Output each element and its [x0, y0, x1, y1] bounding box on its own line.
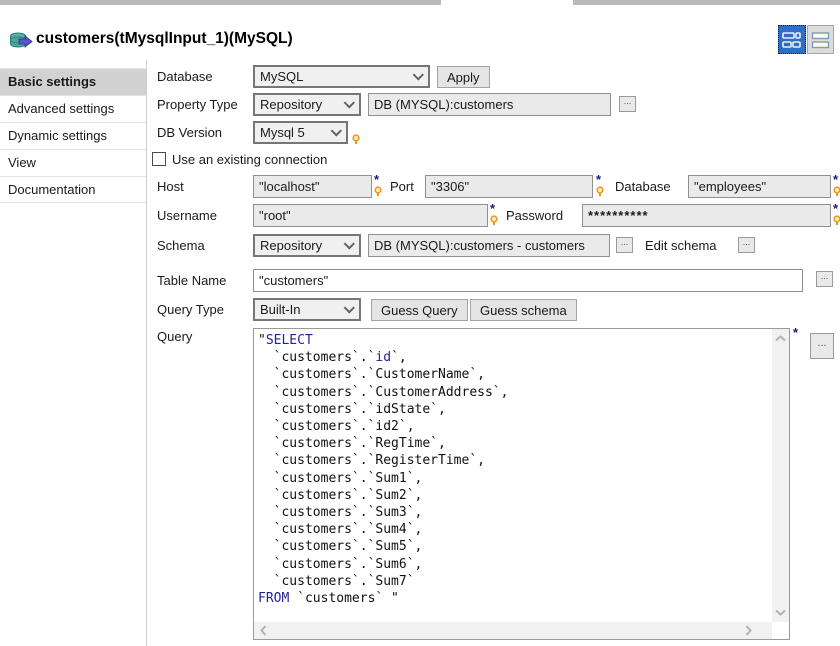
required-marker: *: [374, 174, 384, 200]
mysql-input-component-icon: [10, 32, 33, 53]
table-name-label: Table Name: [157, 269, 226, 292]
query-type-label: Query Type: [157, 298, 224, 321]
property-browse-button[interactable]: ...: [619, 96, 636, 112]
database-select[interactable]: MySQL: [253, 65, 430, 88]
username-label: Username: [157, 204, 217, 227]
hint-bulb-icon: [490, 215, 498, 226]
chevron-down-icon: [344, 302, 355, 313]
password-label: Password: [506, 204, 563, 227]
query-type-select[interactable]: Built-In: [253, 298, 361, 321]
query-vertical-scrollbar[interactable]: [772, 329, 789, 622]
scroll-right-icon[interactable]: [745, 625, 752, 636]
guess-schema-button[interactable]: Guess schema: [470, 299, 577, 321]
chevron-down-icon: [344, 97, 355, 108]
top-tab-strip-left: [0, 0, 441, 5]
sidebar-item-dynamic-settings[interactable]: Dynamic settings: [0, 122, 146, 149]
page-title: customers(tMysqlInput_1)(MySQL): [36, 30, 293, 48]
username-field[interactable]: "root": [253, 204, 488, 227]
db-version-select[interactable]: Mysql 5: [253, 121, 348, 144]
required-marker: *: [596, 174, 606, 200]
guess-query-button[interactable]: Guess Query: [371, 299, 468, 321]
database-label: Database: [157, 65, 213, 88]
sidebar-item-basic-settings[interactable]: Basic settings: [0, 68, 146, 95]
host-field[interactable]: "localhost": [253, 175, 372, 198]
db-version-label: DB Version: [157, 121, 222, 144]
required-asterisk: *: [833, 174, 840, 185]
port-field[interactable]: "3306": [425, 175, 593, 198]
required-marker: *: [833, 203, 840, 229]
schema-label: Schema: [157, 234, 205, 257]
schema-repository-field[interactable]: DB (MYSQL):customers - customers: [368, 234, 610, 257]
sidebar-item-documentation[interactable]: Documentation: [0, 176, 146, 203]
existing-connection-checkbox[interactable]: [152, 152, 166, 166]
scroll-down-icon[interactable]: [775, 609, 786, 616]
schema-browse-button[interactable]: ...: [616, 237, 633, 253]
sidebar-divider: [146, 60, 147, 646]
database-name-label: Database: [615, 175, 671, 198]
scroll-left-icon[interactable]: [260, 625, 267, 636]
database-name-field[interactable]: "employees": [688, 175, 831, 198]
property-type-select[interactable]: Repository: [253, 93, 361, 116]
top-tab-strip-right: [573, 0, 840, 5]
hint-bulb-icon: [596, 186, 604, 197]
rows-view-icon: [810, 29, 831, 51]
table-name-field[interactable]: "customers": [253, 269, 803, 292]
hint-bulb-icon: [833, 186, 840, 197]
layout-rows-view-button[interactable]: [807, 25, 834, 54]
required-marker: *: [833, 174, 840, 200]
existing-connection-label: Use an existing connection: [172, 148, 327, 171]
chevron-down-icon: [331, 125, 342, 136]
required-asterisk: *: [793, 327, 798, 338]
host-label: Host: [157, 175, 184, 198]
table-name-browse-button[interactable]: ...: [816, 271, 833, 287]
edit-schema-label: Edit schema: [645, 234, 717, 257]
chevron-down-icon: [413, 69, 424, 80]
required-marker: *: [490, 203, 500, 229]
required-asterisk: *: [596, 174, 606, 185]
scroll-up-icon[interactable]: [775, 335, 786, 342]
sidebar-item-view[interactable]: View: [0, 149, 146, 176]
hint-bulb-icon: [833, 215, 840, 226]
hint-bulb-icon: [374, 186, 382, 197]
required-asterisk: *: [374, 174, 384, 185]
password-field[interactable]: **********: [582, 204, 831, 227]
grid-view-icon: [781, 30, 803, 50]
required-asterisk: *: [833, 203, 840, 214]
property-repository-field[interactable]: DB (MYSQL):customers: [368, 93, 611, 116]
required-asterisk: *: [490, 203, 500, 214]
hint-bulb-icon: [352, 133, 360, 148]
sidebar-item-advanced-settings[interactable]: Advanced settings: [0, 95, 146, 122]
edit-schema-button[interactable]: ...: [738, 237, 755, 253]
property-type-label: Property Type: [157, 93, 238, 116]
component-settings-panel: customers(tMysqlInput_1)(MySQL) Basic se…: [0, 0, 840, 646]
layout-grid-view-button[interactable]: [778, 25, 806, 54]
query-editor[interactable]: "SELECT `customers`.`id`, `customers`.`C…: [253, 328, 790, 640]
query-horizontal-scrollbar[interactable]: [254, 622, 772, 639]
apply-button[interactable]: Apply: [437, 66, 490, 88]
chevron-down-icon: [344, 238, 355, 249]
port-label: Port: [390, 175, 414, 198]
query-text[interactable]: "SELECT `customers`.`id`, `customers`.`C…: [258, 332, 769, 619]
query-label: Query: [157, 325, 192, 348]
query-browse-button[interactable]: ...: [810, 333, 834, 359]
schema-select[interactable]: Repository: [253, 234, 361, 257]
